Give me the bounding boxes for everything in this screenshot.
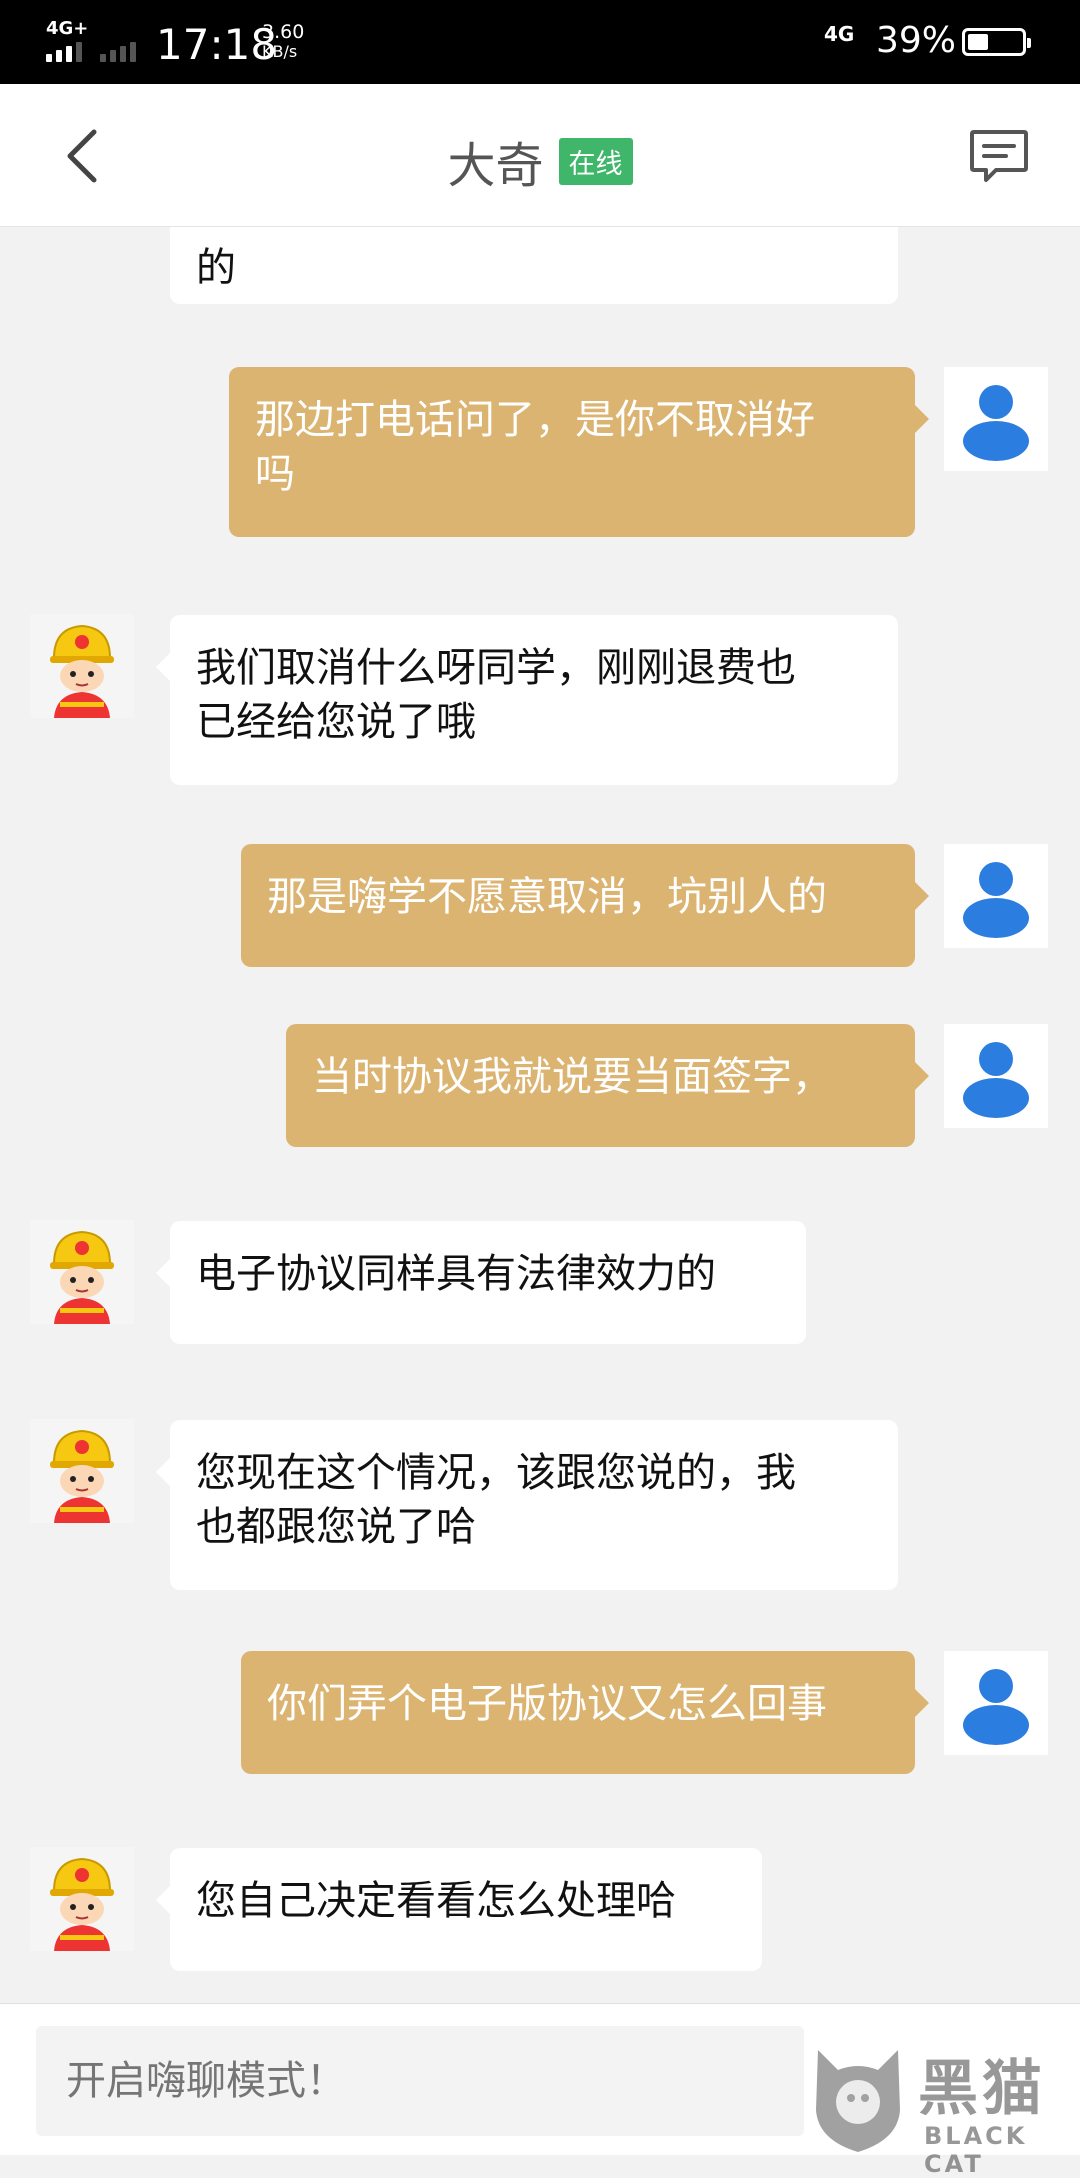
message-bubble-incoming[interactable]: 的 <box>170 227 898 304</box>
agent-avatar-firefighter[interactable] <box>30 1220 134 1324</box>
chat-message-list[interactable]: 的 那边打电话问了，是你不取消好 吗 我们取消什么呀同学，刚刚退费也 已经给您说… <box>0 227 1080 2003</box>
watermark: 黑猫 BLACK CAT <box>808 2040 1080 2178</box>
input-bar: 黑猫 BLACK CAT <box>0 2003 1080 2178</box>
battery-fill <box>968 34 988 50</box>
person-icon <box>963 1669 1029 1745</box>
cat-logo-icon <box>816 2050 900 2152</box>
person-icon <box>963 862 1029 938</box>
message-bubble-outgoing[interactable]: 那边打电话问了，是你不取消好 吗 <box>229 367 929 537</box>
agent-avatar-firefighter[interactable] <box>30 614 134 718</box>
agent-avatar-firefighter[interactable] <box>30 1419 134 1523</box>
network-type-right: 4G <box>824 22 855 46</box>
clock: 17:18 <box>156 20 278 69</box>
contact-name: 大奇 <box>447 138 544 194</box>
message-bubble-incoming[interactable]: 我们取消什么呀同学，刚刚退费也 已经给您说了哦 <box>156 615 898 785</box>
user-avatar[interactable] <box>944 1024 1048 1128</box>
firefighter-avatar-icon <box>30 1847 134 1951</box>
signal-strength-icon <box>46 38 146 62</box>
watermark-subtext: BLACK CAT <box>924 2122 1028 2178</box>
network-type-left: 4G+ <box>46 18 89 39</box>
agent-avatar-firefighter[interactable] <box>30 1847 134 1951</box>
network-speed: 3.60 KB/s <box>262 22 304 62</box>
user-avatar[interactable] <box>944 844 1048 948</box>
network-speed-unit: KB/s <box>262 42 298 61</box>
firefighter-avatar-icon <box>30 614 134 718</box>
person-icon <box>963 1042 1029 1118</box>
online-status-badge: 在线 <box>558 137 633 185</box>
message-bubble-incoming[interactable]: 您现在这个情况，该跟您说的，我 也都跟您说了哈 <box>156 1420 898 1590</box>
title-area: 大奇 在线 <box>0 126 1080 196</box>
firefighter-avatar-icon <box>30 1419 134 1523</box>
message-menu-button[interactable] <box>968 128 1030 186</box>
message-bubble-outgoing[interactable]: 当时协议我就说要当面签字， <box>286 1024 929 1147</box>
network-speed-value: 3.60 <box>262 21 305 43</box>
message-icon <box>970 130 1028 182</box>
battery-percent: 39% <box>876 20 957 61</box>
message-bubble-outgoing[interactable]: 那是嗨学不愿意取消，坑别人的 <box>241 844 929 967</box>
user-avatar[interactable] <box>944 1651 1048 1755</box>
watermark-text: 黑猫 <box>918 2054 1046 2124</box>
message-bubble-outgoing[interactable]: 你们弄个电子版协议又怎么回事 <box>241 1651 929 1774</box>
person-icon <box>963 385 1029 461</box>
user-avatar[interactable] <box>944 367 1048 471</box>
message-bubble-incoming[interactable]: 您自己决定看看怎么处理哈 <box>156 1848 762 1971</box>
status-bar: 4G+ 17:18 3.60 KB/s 4G 39% <box>0 0 1080 84</box>
message-input[interactable] <box>36 2026 804 2136</box>
message-bubble-incoming[interactable]: 电子协议同样具有法律效力的 <box>156 1221 806 1344</box>
battery-icon <box>962 28 1031 56</box>
chat-header: 大奇 在线 <box>0 84 1080 227</box>
firefighter-avatar-icon <box>30 1220 134 1324</box>
